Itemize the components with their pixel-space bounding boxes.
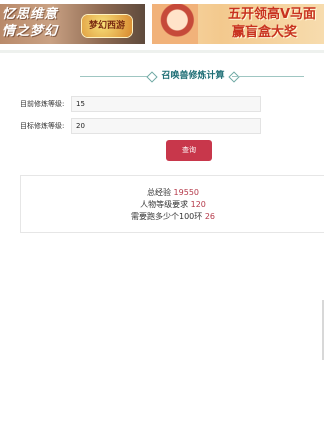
- total-exp-label: 总经验: [147, 188, 171, 197]
- page-title-row: 召唤兽修炼计算: [80, 69, 304, 83]
- title-decor-diamond-right-icon: [228, 71, 240, 83]
- target-level-label: 目标修炼等级:: [20, 122, 65, 130]
- title-decor-diamond-left-icon: [146, 71, 158, 83]
- rings-line: 需要跑多少个100环 26: [21, 211, 324, 223]
- total-exp-line: 总经验 19550: [21, 187, 324, 199]
- current-level-label: 目前修炼等级:: [20, 100, 65, 108]
- promo-text-line2: 赢盲盒大奖: [232, 25, 298, 40]
- game-logo: 梦幻西游: [82, 15, 132, 37]
- target-level-input[interactable]: 20: [71, 118, 261, 134]
- banner-slogan-line2: 情之梦幻: [2, 24, 59, 39]
- title-decor-line-left: [80, 76, 152, 77]
- banner-slogan: 忆思维意 情之梦幻: [2, 6, 82, 40]
- promo-text-line1: 五开领高V马面: [228, 7, 317, 22]
- char-level-label: 人物等级要求: [140, 200, 189, 209]
- character-image: [152, 4, 198, 44]
- rings-label: 需要跑多少个100环: [130, 212, 203, 221]
- banner-slogan-line1: 忆思维意: [2, 7, 59, 22]
- ad-banner-left[interactable]: 忆思维意 情之梦幻 梦幻西游: [0, 4, 145, 44]
- ad-banner-right[interactable]: 五开领高V马面 赢盲盒大奖: [152, 4, 324, 44]
- ad-banner: 忆思维意 情之梦幻 梦幻西游 五开领高V马面 赢盲盒大奖: [0, 0, 324, 50]
- page-title: 召唤兽修炼计算: [161, 71, 225, 81]
- char-level-line: 人物等级要求 120: [21, 199, 324, 211]
- banner-divider: [0, 50, 324, 53]
- rings-value: 26: [204, 212, 215, 221]
- result-panel: 总经验 19550 人物等级要求 120 需要跑多少个100环 26: [20, 175, 324, 233]
- total-exp-value: 19550: [173, 188, 199, 197]
- query-button[interactable]: 查询: [166, 140, 212, 161]
- char-level-value: 120: [190, 200, 206, 209]
- current-level-input[interactable]: 15: [71, 96, 261, 112]
- title-decor-line-right: [232, 76, 304, 77]
